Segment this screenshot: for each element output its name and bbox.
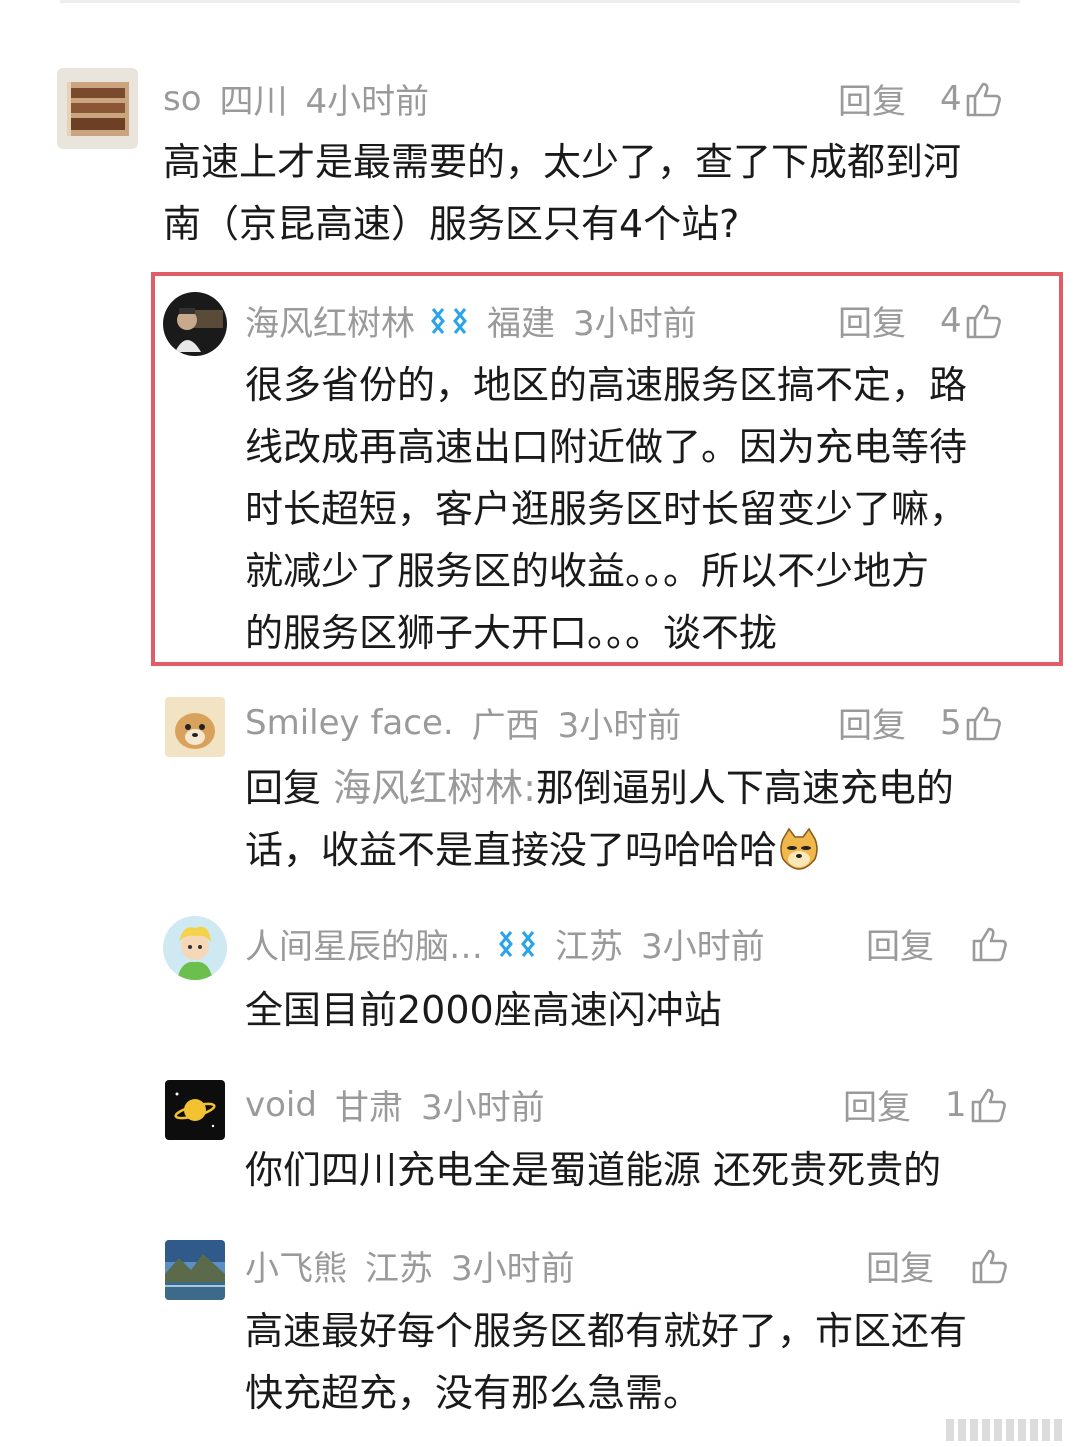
reply-button[interactable]: 回复: [838, 74, 906, 123]
timestamp: 3小时前: [641, 927, 765, 967]
comment-meta: 海风红树林 福建 3小时前: [245, 296, 697, 345]
reply-button[interactable]: 回复: [838, 698, 906, 747]
region: 四川: [219, 82, 288, 122]
thumbs-up-icon[interactable]: [970, 924, 1010, 964]
comment-meta: Smiley face. 广西 3小时前: [245, 698, 681, 747]
region: 江苏: [365, 1249, 433, 1289]
mention-link[interactable]: 海风红树林:: [333, 766, 536, 810]
reply-button[interactable]: 回复: [843, 1080, 911, 1129]
timestamp: 3小时前: [557, 706, 682, 746]
comment-meta: void 甘肃 3小时前: [245, 1080, 545, 1129]
avatar[interactable]: [165, 1080, 225, 1140]
comment-actions: 回复 1: [843, 1080, 1009, 1129]
reply-button[interactable]: 回复: [866, 1241, 934, 1290]
thumbs-up-icon[interactable]: [970, 1246, 1010, 1286]
comment-text: 全国目前2000座高速闪冲站: [245, 988, 722, 1032]
timestamp: 4小时前: [305, 82, 430, 122]
region: 福建: [487, 304, 555, 344]
comment-meta: 人间星辰的脑… 江苏 3小时前: [245, 919, 765, 968]
comment-actions: 回复: [866, 1241, 1010, 1290]
comment-text: 回复 海风红树林:那倒逼别人下高速充电的 话，收益不是直接没了吗哈哈哈: [245, 766, 954, 872]
thumbs-up-icon[interactable]: [964, 79, 1004, 119]
region: 甘肃: [334, 1088, 403, 1128]
vip-badge-icon: [429, 306, 469, 336]
timestamp: 3小时前: [573, 304, 697, 344]
username[interactable]: Smiley face.: [245, 703, 454, 743]
avatar[interactable]: [163, 916, 227, 980]
comment-text: 高速上才是最需要的，太少了，查了下成都到河 南（京昆高速）服务区只有4个站?: [163, 140, 962, 246]
username[interactable]: 小飞熊: [245, 1241, 347, 1290]
username[interactable]: void: [245, 1085, 317, 1125]
region: 江苏: [555, 927, 623, 967]
comment-meta: 小飞熊 江苏 3小时前: [245, 1241, 575, 1290]
timestamp: 3小时前: [420, 1088, 545, 1128]
like-count: 4: [940, 78, 962, 119]
comment-meta: so 四川 4小时前: [163, 74, 429, 123]
thumbs-up-icon[interactable]: [964, 301, 1004, 341]
reply-prefix: 回复: [245, 766, 322, 810]
comment-actions: 回复 5: [838, 698, 1004, 747]
comment-text: 很多省份的，地区的高速服务区搞不定，路 线改成再高速出口附近做了。因为充电等待 …: [245, 363, 968, 655]
vip-badge-icon: [497, 929, 537, 959]
reply-button[interactable]: 回复: [866, 919, 934, 968]
reply-button[interactable]: 回复: [838, 296, 906, 345]
avatar[interactable]: [163, 292, 227, 356]
comment-actions: 回复: [866, 919, 1010, 968]
avatar[interactable]: [165, 697, 225, 757]
thumbs-up-icon[interactable]: [964, 703, 1004, 743]
username[interactable]: 海风红树林: [245, 296, 415, 345]
like-count: 1: [945, 1084, 967, 1125]
timestamp: 3小时前: [451, 1249, 575, 1289]
avatar[interactable]: [57, 68, 138, 149]
like-count: 5: [940, 702, 962, 743]
comment-text: 高速最好每个服务区都有就好了，市区还有 快充超充，没有那么急需。: [245, 1309, 968, 1415]
comment-text: 你们四川充电全是蜀道能源 还死贵死贵的: [245, 1148, 942, 1192]
like-count: 4: [940, 300, 962, 341]
top-divider: [60, 0, 1020, 3]
comment-actions: 回复 4: [838, 296, 1004, 345]
comment-actions: 回复 4: [838, 74, 1004, 123]
doge-emoji-icon: [777, 827, 821, 871]
username[interactable]: 人间星辰的脑…: [245, 919, 483, 968]
region: 广西: [471, 706, 540, 746]
username[interactable]: so: [163, 79, 202, 119]
thumbs-up-icon[interactable]: [969, 1085, 1009, 1125]
watermark-stripes: [946, 1419, 1062, 1441]
avatar[interactable]: [165, 1240, 225, 1300]
